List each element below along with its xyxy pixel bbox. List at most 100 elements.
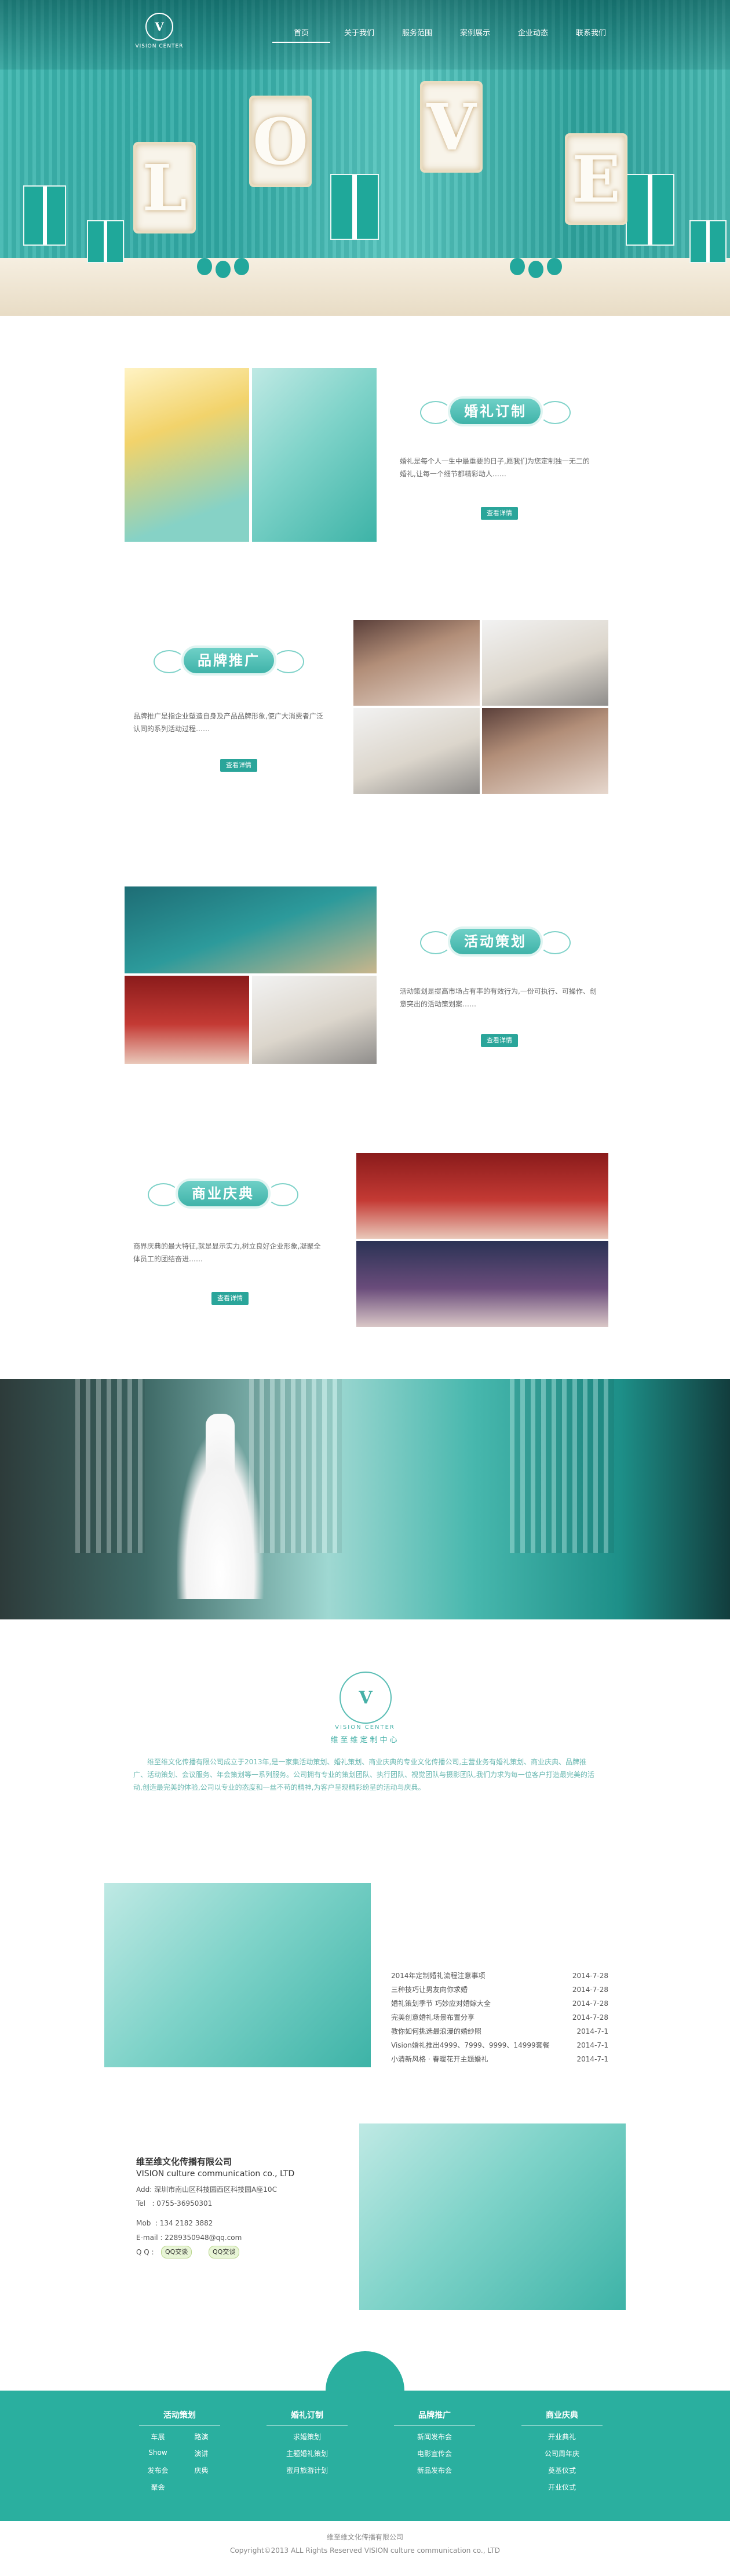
footer-link[interactable]: Show — [139, 2449, 177, 2458]
news-date: 2014-7-28 — [572, 1999, 608, 2008]
footer-column-title: 商业庆典 — [546, 2411, 578, 2420]
section-badge: 活动策划 — [420, 918, 571, 965]
logo-text: VISION CENTER — [135, 43, 184, 49]
balloon — [234, 258, 249, 275]
curtain-decor — [510, 1379, 614, 1553]
news-title: Vision婚礼推出4999、7999、9999、14999套餐 — [391, 2041, 550, 2049]
news-item[interactable]: 教你如何挑选最浪漫的婚纱照 2014-7-1 — [391, 2024, 608, 2038]
footer-link[interactable]: 车展 — [139, 2432, 177, 2442]
about-logo-text: VISION CENTER — [335, 1724, 395, 1731]
copyright-company: 维至维文化传播有限公司 — [326, 2533, 403, 2541]
footer-link[interactable]: 聚会 — [139, 2482, 177, 2492]
copyright-notice: Copyright©2013 ALL Rights Reserved VISIO… — [230, 2546, 500, 2555]
celebration-photo-2 — [356, 1241, 608, 1327]
news-date: 2014-7-28 — [572, 1986, 608, 1994]
contact-phone: Tel : 0755-36950301 — [136, 2199, 213, 2208]
news-item[interactable]: 小清新风格 · 春暖花开主题婚礼 2014-7-1 — [391, 2052, 608, 2066]
wedding-photo-2 — [252, 368, 377, 542]
footer-column-title: 品牌推广 — [418, 2411, 451, 2420]
nav-home[interactable]: 首页 — [272, 25, 330, 43]
contact-mobile: Mob : 134 2182 3882 — [136, 2219, 213, 2227]
event-photo-1 — [125, 886, 377, 973]
footer-column: 品牌推广 新闻发布会 电影宣传会 新品发布会 — [394, 2409, 475, 2475]
balloon — [216, 261, 231, 278]
nav-cases[interactable]: 案例展示 — [446, 25, 504, 42]
gift-box — [23, 185, 66, 246]
section-title: 商业庆典 — [178, 1181, 268, 1206]
swirl-ornament — [420, 401, 451, 424]
contact-photo — [359, 2123, 626, 2310]
section-description: 婚礼是每个人一生中最重要的日子,愿我们为您定制独一无二的婚礼,让每一个细节都精彩… — [400, 457, 590, 478]
divider — [394, 2425, 475, 2426]
more-button[interactable]: 查看详情 — [211, 1292, 249, 1305]
main-nav: 首页 关于我们 服务范围 案例展示 企业动态 联系我们 — [272, 25, 620, 43]
event-photo-3 — [252, 976, 377, 1064]
footer-link[interactable]: 开业典礼 — [521, 2432, 603, 2442]
footer-link[interactable]: 求婚策划 — [267, 2432, 348, 2442]
footer-link[interactable]: 演讲 — [183, 2449, 220, 2458]
news-item[interactable]: Vision婚礼推出4999、7999、9999、14999套餐 2014-7-1 — [391, 2038, 608, 2052]
brand-photo-4 — [482, 708, 608, 794]
footer-link[interactable]: 公司周年庆 — [521, 2449, 603, 2458]
more-button[interactable]: 查看详情 — [220, 759, 257, 772]
news-date: 2014-7-1 — [576, 2055, 608, 2063]
news-item[interactable]: 完美创意婚礼场景布置分享 2014-7-28 — [391, 2011, 608, 2024]
section-title: 品牌推广 — [184, 648, 274, 673]
footer-column: 婚礼订制 求婚策划 主题婚礼策划 蜜月旅游计划 — [267, 2409, 348, 2475]
hero-letter-v: V — [420, 81, 483, 173]
section-description: 品牌推广是指企业塑造自身及产品品牌形象,使广大消费者广泛认同的系列活动过程…… — [133, 712, 323, 733]
wedding-dress-skirt — [177, 1431, 264, 1599]
swirl-ornament — [273, 650, 304, 673]
section-title: 活动策划 — [450, 929, 541, 954]
footer-link[interactable]: 路演 — [183, 2432, 220, 2442]
contact-address: Add: 深圳市南山区科技园西区科技园A座10C — [136, 2185, 277, 2194]
swirl-ornament — [267, 1183, 298, 1206]
nav-news[interactable]: 企业动态 — [504, 25, 562, 42]
section-badge: 品牌推广 — [154, 637, 304, 684]
about-title: 维至维定制中心 — [330, 1736, 400, 1745]
nav-about[interactable]: 关于我们 — [330, 25, 388, 42]
balloon — [510, 258, 525, 275]
more-button[interactable]: 查看详情 — [481, 1034, 518, 1047]
swirl-ornament — [148, 1183, 179, 1206]
swirl-ornament — [539, 401, 571, 424]
news-title: 2014年定制婚礼流程注意事项 — [391, 1972, 486, 1980]
celebration-photo-1 — [356, 1153, 608, 1239]
footer-column: 商业庆典 开业典礼 公司周年庆 奠基仪式 开业仪式 — [521, 2409, 603, 2492]
footer-column-title: 活动策划 — [163, 2411, 196, 2420]
wedding-photo-1 — [125, 368, 249, 542]
footer-link[interactable]: 奠基仪式 — [521, 2465, 603, 2475]
venue-banner — [0, 1379, 730, 1619]
divider — [521, 2425, 603, 2426]
gift-box — [626, 174, 674, 246]
footer-link[interactable]: 电影宣传会 — [394, 2449, 475, 2458]
site-logo[interactable]: V VISION CENTER — [133, 13, 185, 59]
nav-contact[interactable]: 联系我们 — [562, 25, 620, 42]
footer-link[interactable]: 开业仪式 — [521, 2482, 603, 2492]
footer-link[interactable]: 新品发布会 — [394, 2465, 475, 2475]
footer-link[interactable]: 新闻发布会 — [394, 2432, 475, 2442]
footer-top-bump — [326, 2351, 404, 2391]
contact-email: E-mail : 2289350948@qq.com — [136, 2234, 242, 2242]
news-title: 教你如何挑选最浪漫的婚纱照 — [391, 2027, 482, 2035]
footer-column: 活动策划 车展 路演 Show 演讲 发布会 庆典 聚会 — [139, 2409, 220, 2492]
more-button[interactable]: 查看详情 — [481, 507, 518, 520]
qq-chat-button[interactable]: QQ交谈 — [209, 2246, 240, 2258]
news-date: 2014-7-28 — [572, 1972, 608, 1980]
footer-link[interactable]: 发布会 — [139, 2465, 177, 2475]
news-item[interactable]: 2014年定制婚礼流程注意事项 2014-7-28 — [391, 1969, 608, 1983]
qq-chat-button[interactable]: QQ交谈 — [161, 2246, 192, 2258]
swirl-ornament — [539, 931, 571, 954]
news-date: 2014-7-1 — [576, 2041, 608, 2049]
nav-services[interactable]: 服务范围 — [388, 25, 446, 42]
gift-box — [330, 174, 379, 240]
news-item[interactable]: 三种技巧让男友向你求婚 2014-7-28 — [391, 1983, 608, 1997]
gift-box — [689, 220, 727, 263]
footer-link[interactable]: 蜜月旅游计划 — [267, 2465, 348, 2475]
footer-link[interactable]: 主题婚礼策划 — [267, 2449, 348, 2458]
news-item[interactable]: 婚礼策划季节 巧妙应对婚嫁大全 2014-7-28 — [391, 1997, 608, 2011]
footer-link[interactable]: 庆典 — [183, 2465, 220, 2475]
curtain-decor — [75, 1379, 145, 1553]
hero-letter-e: E — [565, 133, 627, 225]
brand-photo-3 — [353, 708, 480, 794]
